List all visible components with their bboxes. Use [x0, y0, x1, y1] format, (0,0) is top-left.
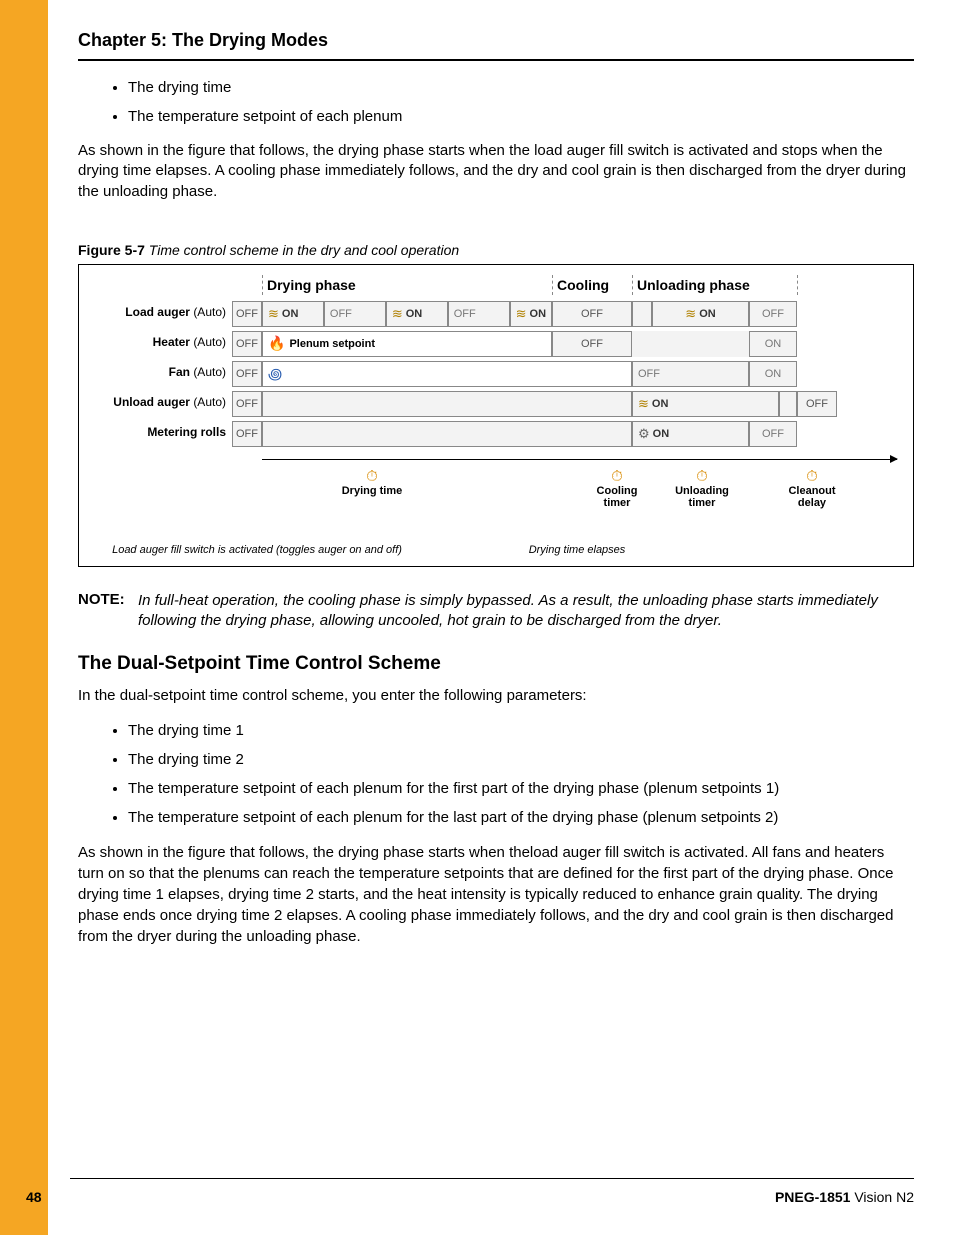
- clock-icon: ⏱: [312, 468, 432, 485]
- heater-cooling-off: OFF: [552, 331, 632, 357]
- row-unload-auger-label: Unload auger (Auto): [87, 389, 232, 419]
- auger-icon: ≋: [638, 396, 649, 412]
- row-load-auger-label: Load auger (Auto): [87, 299, 232, 329]
- phase-head-drying: Drying phase: [262, 275, 552, 295]
- fan-pre-off: OFF: [232, 361, 262, 387]
- note-label: NOTE:: [78, 591, 138, 632]
- section-heading-dual-setpoint: The Dual-Setpoint Time Control Scheme: [78, 653, 914, 675]
- page-number: 48: [26, 1189, 42, 1205]
- timer-drying: Drying time: [312, 485, 432, 497]
- chapter-title: Chapter 5: The Drying Modes: [78, 30, 914, 51]
- timer-cooling: Cooling timer: [582, 485, 652, 509]
- section2-bullet-2: The drying time 2: [128, 751, 914, 768]
- phase-head-unloading: Unloading phase: [632, 275, 797, 295]
- section2-bullet-1: The drying time 1: [128, 722, 914, 739]
- doc-id: PNEG-1851 Vision N2: [775, 1189, 914, 1205]
- section2-bullet-3: The temperature setpoint of each plenum …: [128, 780, 914, 797]
- load-auger-pre-off: OFF: [232, 301, 262, 327]
- note-body: In full-heat operation, the cooling phas…: [138, 591, 914, 632]
- row-heater-label: Heater (Auto): [87, 329, 232, 359]
- section2-bullet-4: The temperature setpoint of each plenum …: [128, 809, 914, 826]
- figure-5-7: Drying phase Cooling Unloading phase Loa…: [78, 264, 914, 567]
- intro-bullet-2: The temperature setpoint of each plenum: [128, 108, 914, 125]
- section2-paragraph: As shown in the figure that follows, the…: [78, 842, 914, 947]
- figure-caption: Figure 5-7 Time control scheme in the dr…: [78, 242, 914, 258]
- section2-bullets: The drying time 1 The drying time 2 The …: [128, 722, 914, 826]
- clock-icon: ⏱: [582, 468, 652, 485]
- gear-icon: ⚙: [638, 426, 650, 442]
- unload-end-off: OFF: [797, 391, 837, 417]
- title-rule: [78, 59, 914, 61]
- intro-bullet-1: The drying time: [128, 79, 914, 96]
- row-metering-label: Metering rolls: [87, 419, 232, 449]
- row-fan-label: Fan (Auto): [87, 359, 232, 389]
- footnote-fill-switch: Load auger fill switch is activated (tog…: [87, 544, 427, 556]
- metering-pre-off: OFF: [232, 421, 262, 447]
- auger-icon: ≋: [268, 306, 279, 322]
- auger-icon: ≋: [516, 306, 527, 322]
- intro-paragraph: As shown in the figure that follows, the…: [78, 141, 914, 202]
- timeline-arrow: [262, 459, 897, 460]
- timer-unloading: Unloading timer: [662, 485, 742, 509]
- clock-icon: ⏱: [662, 468, 742, 485]
- flame-icon: 🔥: [268, 335, 285, 352]
- fan-icon: ꩜: [268, 363, 282, 385]
- auger-icon: ≋: [392, 306, 403, 322]
- note-block: NOTE: In full-heat operation, the coolin…: [78, 591, 914, 632]
- side-accent-bar: [0, 0, 48, 1235]
- load-auger-cooling-off: OFF: [552, 301, 632, 327]
- intro-bullets: The drying time The temperature setpoint…: [128, 79, 914, 125]
- metering-drying-cooling-off: [262, 421, 632, 447]
- clock-icon: ⏱: [777, 468, 847, 485]
- unload-pre-off: OFF: [232, 391, 262, 417]
- section2-intro: In the dual-setpoint time control scheme…: [78, 685, 914, 706]
- heater-pre-off: OFF: [232, 331, 262, 357]
- footer-rule: [70, 1178, 914, 1179]
- fan-drying-cooling: ꩜: [262, 361, 632, 387]
- auger-icon: ≋: [685, 306, 696, 322]
- timer-cleanout: Cleanout delay: [777, 485, 847, 509]
- phase-head-cooling: Cooling: [552, 275, 632, 295]
- heater-drying: 🔥Plenum setpoint: [262, 331, 552, 357]
- unload-drying-cooling-off: [262, 391, 632, 417]
- footnote-elapses: Drying time elapses: [427, 544, 727, 556]
